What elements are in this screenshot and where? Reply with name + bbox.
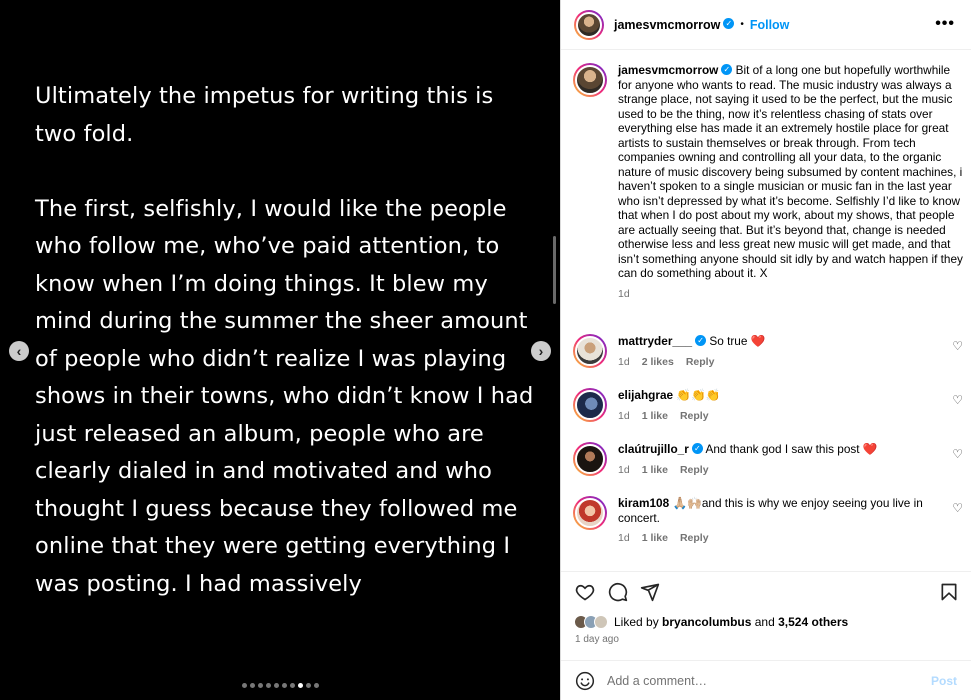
slide-paragraph-2: The first, selfishly, I would like the p… [35,195,534,597]
comment-bar: Post [561,660,971,700]
caption-username[interactable]: jamesvmcmorrow [618,63,718,77]
avatar[interactable] [573,442,607,476]
avatar[interactable] [573,496,607,530]
carousel-dots [0,683,560,688]
share-icon[interactable] [638,580,662,604]
reply-button[interactable]: Reply [686,355,715,370]
heart-icon[interactable] [573,580,597,604]
post-header: jamesvmcmorrow ✓ • Follow ••• [561,0,971,50]
follow-button[interactable]: Follow [750,18,790,32]
verified-icon: ✓ [723,18,735,29]
comment-text: And thank god I saw this post ❤️ [705,442,878,456]
carousel-dot [241,683,247,688]
smiley-icon[interactable] [575,671,595,691]
comment-time: 1d [618,355,630,368]
comment-time: 1d [618,409,630,422]
chevron-left-icon[interactable]: ‹ [9,341,29,361]
avatar[interactable] [573,63,607,97]
carousel-dot [289,683,295,688]
comment-username[interactable]: mattryder___ [618,334,692,348]
heart-icon[interactable]: ♡ [952,447,963,461]
carousel-dot [313,683,319,688]
scrollbar[interactable] [553,236,556,304]
avatar[interactable] [573,334,607,368]
heart-icon[interactable]: ♡ [952,339,963,353]
heart-icon[interactable]: ♡ [952,393,963,407]
comment-likes[interactable]: 1 like [642,463,668,478]
carousel-dot [281,683,287,688]
reply-button[interactable]: Reply [680,409,709,424]
carousel-dot [273,683,279,688]
caption-text-block: jamesvmcmorrow ✓ Bit of a long one but ho… [618,63,963,281]
likes-others[interactable]: 3,524 others [778,615,848,629]
chevron-right-icon[interactable]: › [531,341,551,361]
likes-prefix: Liked by [614,615,659,629]
header-username[interactable]: jamesvmcmorrow [614,18,720,32]
caption-text: Bit of a long one but hopefully worthwhi… [618,63,963,280]
likes-summary: Liked by bryancolumbus and 3,524 others [574,615,848,629]
heart-icon[interactable]: ♡ [952,501,963,515]
comment-username[interactable]: kiram108 [618,496,669,510]
carousel-dot [265,683,271,688]
caption-time: 1d [618,287,630,300]
comment-input[interactable] [607,673,927,688]
comment-time: 1d [618,532,630,544]
carousel-dot [305,683,311,688]
avatar[interactable] [573,388,607,422]
slide-text: Ultimately the impetus for writing this … [35,78,535,641]
likes-middle: and [754,615,775,629]
likes-user[interactable]: bryancolumbus [662,615,751,629]
comment-time: 1d [618,463,630,476]
comment-username[interactable]: claútrujillo_r [618,442,689,456]
comment-icon[interactable] [606,580,630,604]
carousel-dot [297,683,303,688]
post-panel: jamesvmcmorrow ✓ • Follow ••• jamesvmcmo… [560,0,971,700]
slide-paragraph-1: Ultimately the impetus for writing this … [35,83,494,147]
bookmark-icon[interactable] [937,580,961,604]
comments-list[interactable]: jamesvmcmorrow ✓ Bit of a long one but ho… [561,51,971,570]
comment-username[interactable]: elijahgrae [618,388,673,402]
comment-item: claútrujillo_r ✓ And thank god I saw this… [573,442,963,477]
comment-item: mattryder___ ✓ So true ❤️ 1d 2 likes Reply … [573,334,963,369]
more-options-icon[interactable]: ••• [935,15,955,33]
caption: jamesvmcmorrow ✓ Bit of a long one but ho… [573,63,963,301]
comment-likes[interactable]: 2 likes [642,355,674,370]
carousel-dot [257,683,263,688]
post-media: Ultimately the impetus for writing this … [0,0,560,700]
comment-item: kiram108 🙏🏼🙌🏼and this is why we enjoy se… [573,496,963,546]
reply-button[interactable]: Reply [680,531,709,546]
reply-button[interactable]: Reply [680,463,709,478]
comment-likes[interactable]: 1 like [642,531,668,546]
post-time: 1 day ago [575,634,619,645]
verified-icon: ✓ [721,64,733,76]
avatar[interactable] [574,9,604,40]
action-bar [561,571,971,602]
comment-text: So true ❤️ [709,334,766,348]
verified-icon: ✓ [691,443,703,455]
verified-icon: ✓ [695,335,707,347]
comment-likes[interactable]: 1 like [642,409,668,424]
comment-text: 👏👏👏 [676,388,721,402]
post-button[interactable]: Post [931,674,957,688]
comment-item: elijahgrae 👏👏👏 1d 1 like Reply ♡ [573,388,963,423]
carousel-dot [249,683,255,688]
separator: • [740,19,744,30]
avatar [594,615,608,629]
